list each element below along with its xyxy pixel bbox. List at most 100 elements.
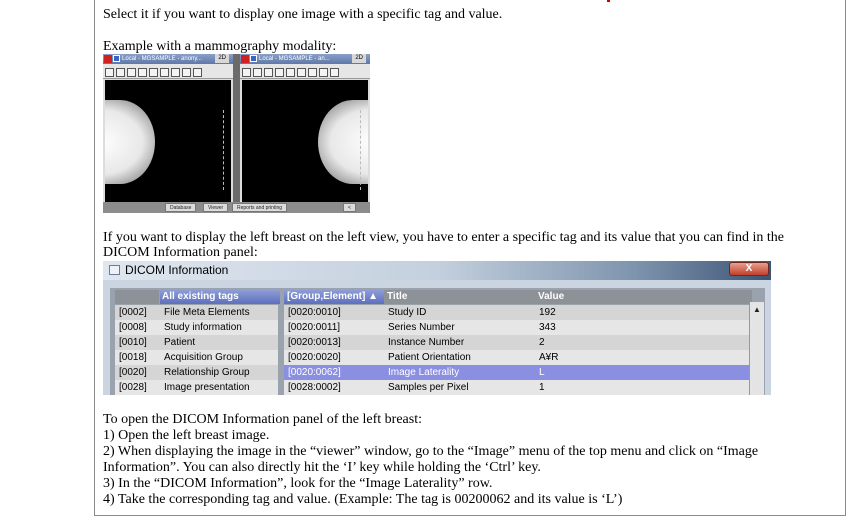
pane-toolbar — [240, 64, 370, 79]
tag-group-code: [0010] — [119, 337, 147, 348]
grid-icon — [105, 68, 114, 77]
dicom-information-window: DICOM Information X All existing tags [0… — [103, 261, 771, 395]
window-title: DICOM Information — [125, 263, 229, 277]
list-header: All existing tags — [160, 290, 280, 304]
tag-group-row[interactable]: [0018] Acquisition Group — [115, 350, 278, 365]
pane-titlebar: Local - MGSAMPLE - anony... 2D — [103, 54, 233, 64]
tag-table-cell-value: A¥R — [539, 352, 559, 363]
accent-mark — [607, 0, 610, 2]
print-icon — [182, 68, 191, 77]
pane-toolbar — [103, 64, 233, 79]
contrast-icon — [160, 68, 169, 77]
tag-group-name: Patient — [164, 337, 196, 348]
explain-line-1: If you want to display the left breast o… — [103, 230, 784, 245]
tag-table-cell-value: L — [539, 367, 545, 378]
crop-icon — [116, 68, 125, 77]
invert-icon — [171, 68, 180, 77]
tag-table-row[interactable]: [0028:0002] Samples per Pixel 1 — [284, 380, 749, 395]
collapse-button: < — [343, 203, 356, 212]
tag-table-row[interactable]: [0020:0010] Study ID 192 — [284, 305, 749, 320]
tag-table-cell-title: Study ID — [388, 307, 427, 318]
tag-group-code: [0008] — [119, 322, 147, 333]
pan-icon — [138, 68, 147, 77]
column-header-tag: [Group,Element] ▲ — [284, 290, 386, 304]
gear-icon — [330, 68, 339, 77]
mode-badge: 2D — [352, 54, 366, 63]
ruler-mark — [223, 110, 226, 190]
tag-table-row[interactable]: [0020:0013] Instance Number 2 — [284, 335, 749, 350]
window-icon — [109, 265, 120, 275]
tag-group-row[interactable]: [0008] Study information — [115, 320, 278, 335]
column-header-title: Title — [384, 290, 537, 304]
column-header-value: Value — [535, 290, 752, 304]
tag-group-name: Image presentation — [164, 382, 250, 393]
tag-group-name: File Meta Elements — [164, 307, 250, 318]
close-icon — [104, 55, 112, 63]
pane-title: Local - MGSAMPLE - an... — [259, 56, 330, 62]
tag-table-cell-title: Patient Orientation — [388, 352, 471, 363]
window-icon — [250, 55, 257, 62]
tag-table-cell-tag: [0020:0011] — [288, 322, 341, 333]
tag-group-row[interactable]: [0020] Relationship Group — [115, 365, 278, 380]
tag-table-cell-tag: [0020:0062] — [288, 367, 341, 378]
tag-table-cell-tag: [0028:0002] — [288, 382, 341, 393]
tag-table-row[interactable]: [0020:0011] Series Number 343 — [284, 320, 749, 335]
contrast-icon — [297, 68, 306, 77]
tag-group-code: [0002] — [119, 307, 147, 318]
sort-up-icon: ▲ — [368, 291, 379, 302]
tag-group-code: [0028] — [119, 382, 147, 393]
instruction-step: 3) In the “DICOM Information”, look for … — [103, 476, 493, 491]
gear-icon — [193, 68, 202, 77]
tag-table-cell-tag: [0020:0010] — [288, 307, 341, 318]
print-icon — [319, 68, 328, 77]
grid-icon — [242, 68, 251, 77]
tag-table-cell-tag: [0020:0020] — [288, 352, 341, 363]
instruction-step: Information”. You can also directly hit … — [103, 460, 541, 475]
instruction-step: 4) Take the corresponding tag and value.… — [103, 492, 623, 507]
mammogram-left-image — [105, 80, 231, 202]
instruction-step: 1) Open the left breast image. — [103, 428, 270, 443]
tag-group-name: Acquisition Group — [164, 352, 243, 363]
bracket-icon — [127, 68, 136, 77]
tag-table-cell-title: Series Number — [388, 322, 455, 333]
tag-table-cell-title: Instance Number — [388, 337, 465, 348]
tag-table-cell-value: 192 — [539, 307, 556, 318]
tag-group-name: Study information — [164, 322, 242, 333]
tag-table-row[interactable]: [0020:0020] Patient Orientation A¥R — [284, 350, 749, 365]
window-icon — [113, 55, 120, 62]
mammography-viewer-screenshot: Local - MGSAMPLE - anony... 2D Local - M… — [103, 54, 370, 213]
example-label: Example with a mammography modality: — [103, 39, 337, 54]
pane-title: Local - MGSAMPLE - anony... — [122, 56, 202, 62]
mammogram-right-image — [242, 80, 368, 202]
crop-icon — [253, 68, 262, 77]
window-titlebar: DICOM Information X — [103, 261, 771, 280]
tag-table-cell-value: 2 — [539, 337, 545, 348]
instructions-heading: To open the DICOM Information panel of t… — [103, 412, 422, 427]
reports-tab: Reports and printing — [232, 203, 288, 212]
tag-table-row[interactable]: [0020:0062] Image Laterality L — [284, 365, 749, 380]
explain-line-2: DICOM Information panel: — [103, 245, 258, 260]
mode-badge: 2D — [215, 54, 229, 63]
tag-group-row[interactable]: [0002] File Meta Elements — [115, 305, 278, 320]
bracket-icon — [264, 68, 273, 77]
viewer-tab: Viewer — [203, 203, 229, 212]
tag-table-cell-value: 1 — [539, 382, 545, 393]
tag-group-name: Relationship Group — [164, 367, 250, 378]
invert-icon — [308, 68, 317, 77]
arrows-icon — [286, 68, 295, 77]
viewer-pane-right: Local - MGSAMPLE - an... 2D — [240, 54, 370, 213]
tag-table-cell-value: 343 — [539, 322, 556, 333]
pan-icon — [275, 68, 284, 77]
pane-titlebar: Local - MGSAMPLE - an... 2D — [240, 54, 370, 64]
ruler-mark — [360, 110, 363, 190]
instruction-step: 2) When displaying the image in the “vie… — [103, 444, 759, 459]
tag-group-row[interactable]: [0010] Patient — [115, 335, 278, 350]
tag-table-cell-title: Samples per Pixel — [388, 382, 469, 393]
scrollbar: ▲ — [749, 302, 764, 395]
tag-group-code: [0020] — [119, 367, 147, 378]
intro-text: Select it if you want to display one ima… — [103, 7, 503, 22]
tag-table-cell-tag: [0020:0013] — [288, 337, 341, 348]
tag-group-row[interactable]: [0028] Image presentation — [115, 380, 278, 395]
viewer-bottom-bar: Database Viewer Reports and printing < — [103, 202, 370, 213]
close-button: X — [729, 262, 769, 276]
